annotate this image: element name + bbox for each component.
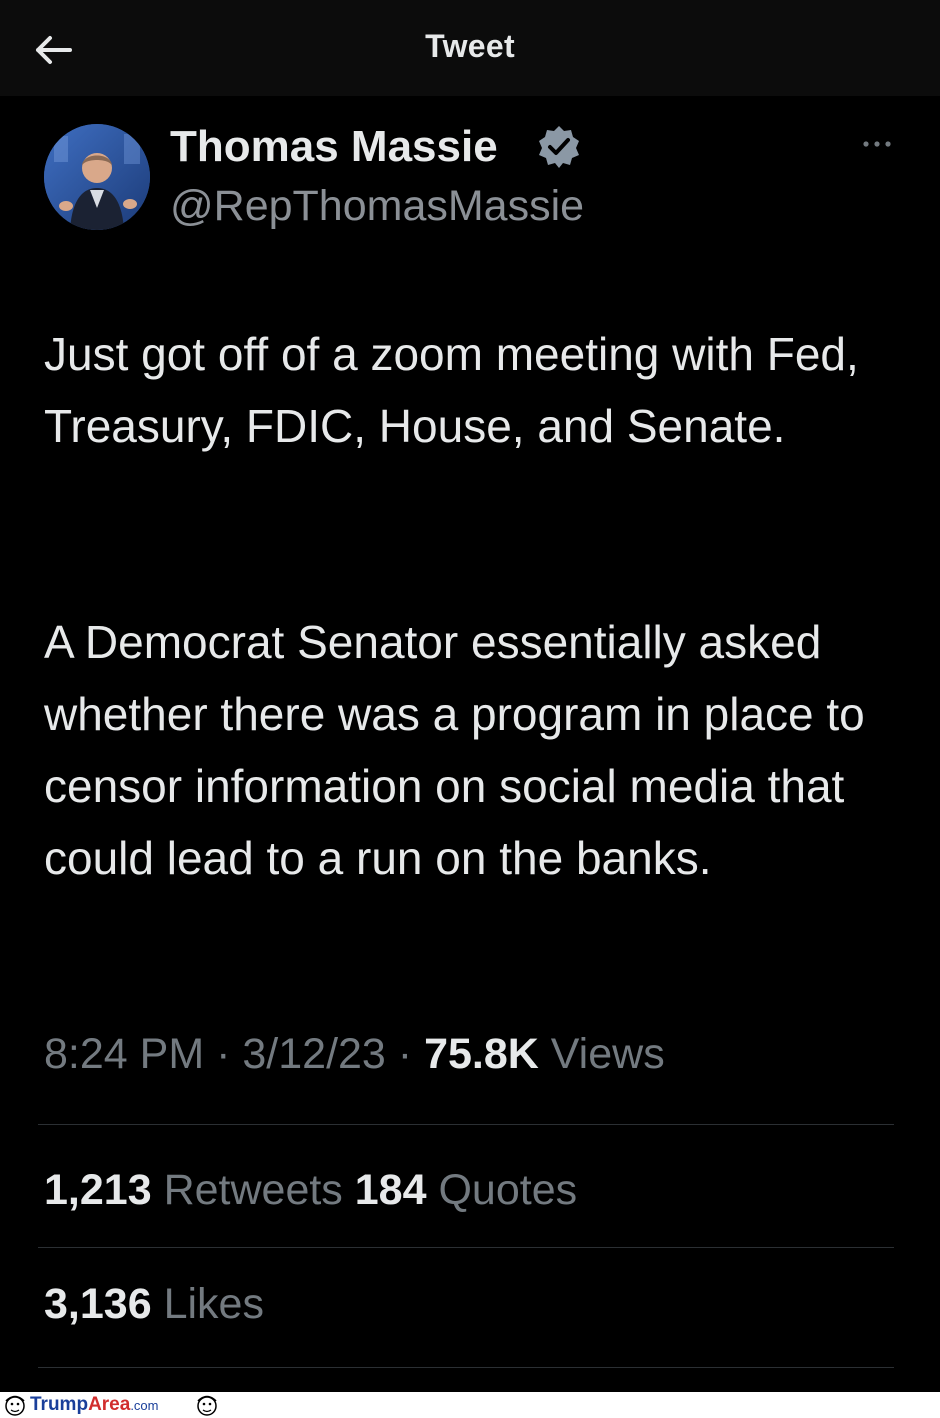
page-title: Tweet [425, 28, 515, 64]
likes-link[interactable]: 3,136 Likes [44, 1280, 264, 1329]
retweets-count: 1,213 [44, 1166, 152, 1214]
watermark-text: TrumpArea.com [30, 1394, 159, 1415]
likes-label: Likes [163, 1280, 264, 1328]
top-bar: Tweet [0, 0, 940, 96]
tweet-text-paragraph: A Democrat Senator essentially asked whe… [44, 616, 865, 884]
avatar-image [44, 124, 150, 230]
tweet-date[interactable]: 3/12/23 [242, 1030, 385, 1078]
avatar[interactable] [44, 124, 150, 230]
retweets-label: Retweets [163, 1166, 343, 1214]
views-count: 75.8K [424, 1030, 539, 1078]
cartoon-face-icon [197, 1395, 217, 1416]
retweets-link[interactable]: 1,213 Retweets [44, 1166, 343, 1214]
cartoon-face-icon [5, 1395, 25, 1416]
divider [38, 1247, 894, 1248]
quotes-label: Quotes [438, 1166, 578, 1214]
engagement-stats: 1,213 Retweets 184 Quotes [44, 1166, 577, 1215]
watermark-bar: TrumpArea.com [0, 1392, 940, 1418]
views-label: Views [550, 1030, 665, 1078]
divider [38, 1124, 894, 1125]
tweet-meta: 8:24 PM · 3/12/23 · 75.8K Views [44, 1030, 665, 1079]
quotes-link[interactable]: 184 Quotes [355, 1166, 577, 1214]
author-handle[interactable]: @RepThomasMassie [170, 182, 584, 231]
likes-count: 3,136 [44, 1280, 152, 1328]
tweet-text-paragraph: Just got off of a zoom meeting with Fed,… [44, 328, 859, 452]
separator-dot: · [216, 1030, 231, 1078]
author-name[interactable]: Thomas Massie [170, 122, 498, 172]
quotes-count: 184 [354, 1166, 427, 1214]
separator-dot: · [397, 1030, 413, 1078]
divider [38, 1367, 894, 1368]
more-options-icon[interactable] [860, 134, 894, 154]
tweet-time[interactable]: 8:24 PM [44, 1030, 204, 1078]
verified-badge-icon [539, 126, 579, 168]
